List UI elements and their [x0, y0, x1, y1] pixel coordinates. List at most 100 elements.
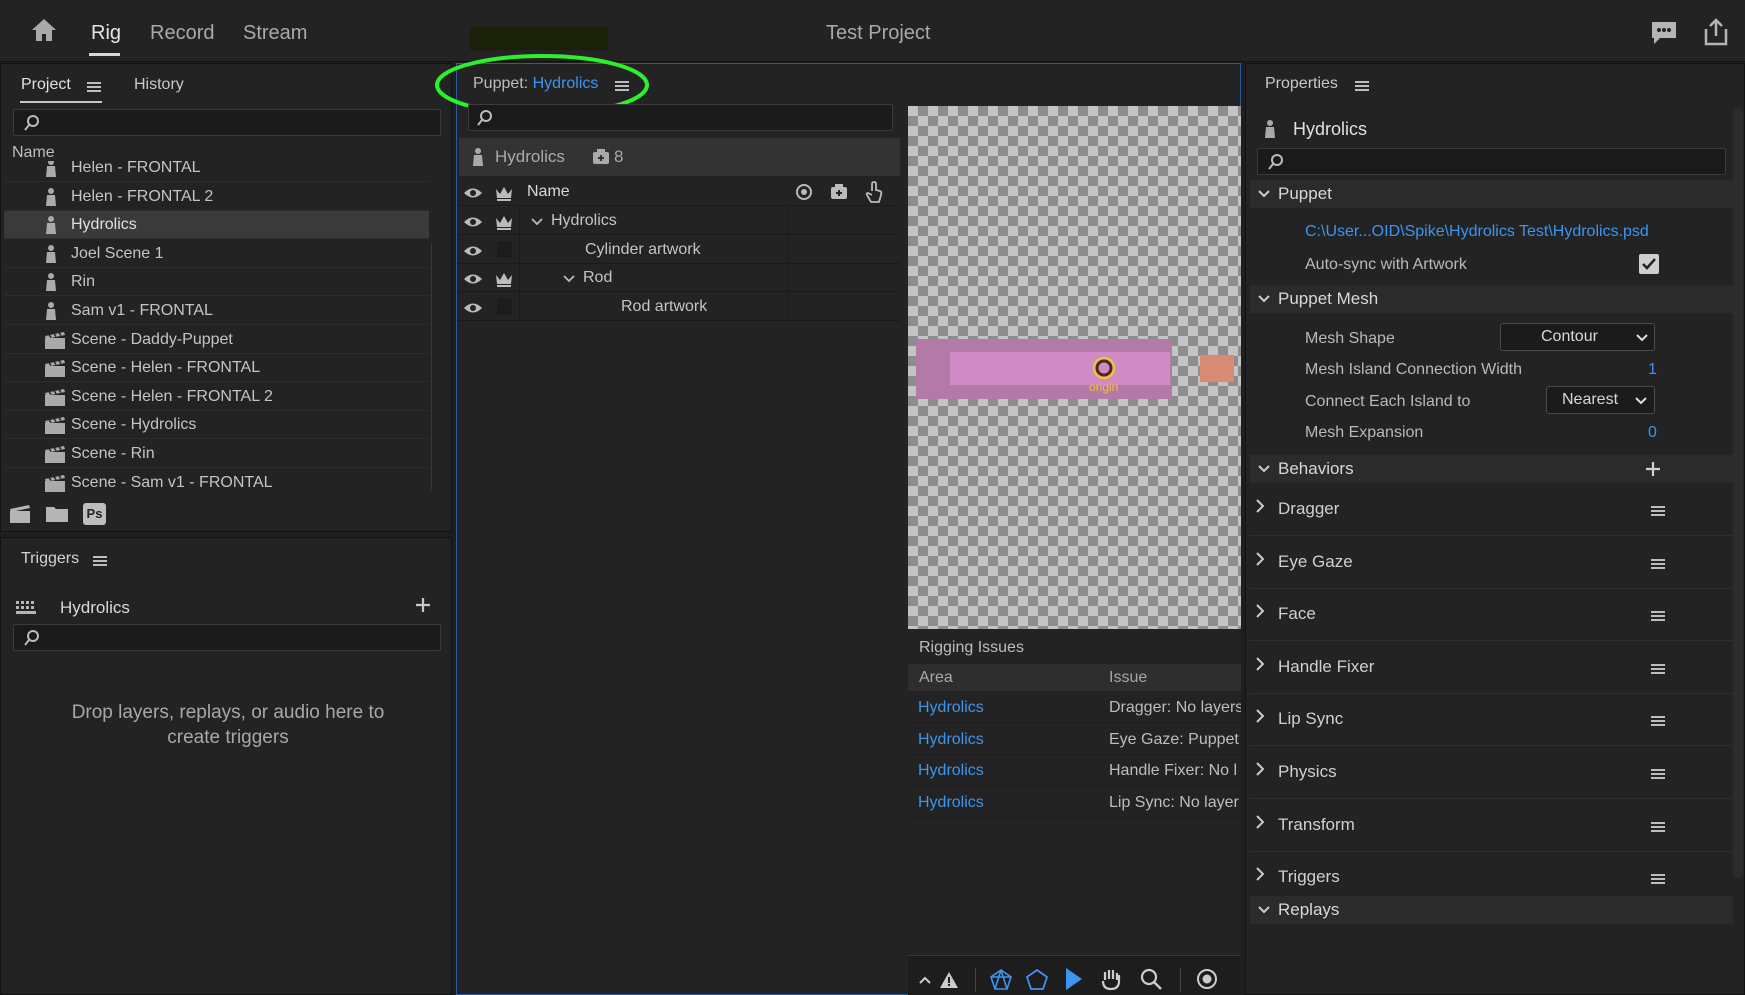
tab-history[interactable]: History — [134, 76, 184, 94]
behavior-menu-icon[interactable] — [1651, 609, 1665, 623]
project-list-item[interactable]: Helen - FRONTAL 2 — [4, 183, 429, 211]
properties-menu-icon[interactable] — [1355, 79, 1369, 93]
properties-scrollbar[interactable] — [1733, 108, 1743, 878]
origin-tool-icon[interactable] — [1195, 967, 1219, 991]
project-list-item[interactable]: Scene - Helen - FRONTAL 2 — [4, 383, 429, 411]
issue-area-link[interactable]: Hydrolics — [918, 762, 984, 780]
project-scrollbar[interactable] — [431, 240, 432, 494]
rigging-issue-row[interactable]: Hydrolics Lip Sync: No layer — [908, 787, 1241, 818]
tab-stream[interactable]: Stream — [243, 22, 307, 45]
project-list-item[interactable]: Joel Scene 1 — [4, 240, 429, 268]
crown-icon[interactable] — [495, 271, 513, 287]
crown-empty-cell[interactable] — [497, 297, 512, 315]
project-list-item[interactable]: Scene - Hydrolics — [4, 411, 429, 440]
chevron-right-icon[interactable] — [1256, 657, 1264, 671]
section-puppet[interactable]: Puppet — [1250, 180, 1733, 208]
behavior-row[interactable]: Dragger — [1250, 484, 1733, 536]
chevron-right-icon[interactable] — [1256, 604, 1264, 618]
crown-empty-cell[interactable] — [497, 240, 512, 258]
layer-row[interactable]: Rod — [459, 264, 900, 292]
stage-canvas[interactable]: origin — [908, 106, 1241, 629]
zoom-icon[interactable] — [1139, 967, 1163, 991]
tab-project[interactable]: Project — [21, 76, 71, 94]
puppet-search-input[interactable] — [468, 104, 893, 131]
chevron-right-icon[interactable] — [1256, 709, 1264, 724]
section-replays[interactable]: Replays — [1250, 896, 1733, 924]
section-puppet-mesh[interactable]: Puppet Mesh — [1250, 285, 1733, 313]
behavior-row[interactable]: Handle Fixer — [1250, 642, 1733, 694]
island-width-value[interactable]: 1 — [1648, 361, 1657, 379]
chevron-right-icon[interactable] — [1256, 867, 1264, 881]
behavior-row[interactable]: Lip Sync — [1250, 694, 1733, 747]
behavior-row[interactable]: Face — [1250, 589, 1733, 642]
chevron-down-icon[interactable] — [531, 218, 543, 226]
behavior-menu-icon[interactable] — [1651, 767, 1665, 781]
behavior-menu-icon[interactable] — [1651, 557, 1665, 571]
triggers-menu-icon[interactable] — [93, 554, 107, 568]
project-list-item[interactable]: Scene - Helen - FRONTAL — [4, 354, 429, 383]
chevron-right-icon[interactable] — [1256, 499, 1264, 513]
issue-area-link[interactable]: Hydrolics — [918, 699, 984, 717]
new-scene-icon[interactable] — [9, 504, 31, 524]
touch-hand-icon[interactable] — [865, 181, 883, 203]
section-behaviors[interactable]: Behaviors — [1250, 455, 1733, 483]
share-icon[interactable] — [1703, 18, 1729, 46]
chevron-right-icon[interactable] — [1256, 814, 1264, 829]
eye-icon[interactable] — [463, 215, 483, 229]
layer-row[interactable]: Rod artwork — [459, 292, 900, 321]
project-list-item[interactable]: Scene - Rin — [4, 440, 429, 468]
issue-area-link[interactable]: Hydrolics — [918, 794, 984, 812]
target-icon[interactable] — [795, 183, 813, 201]
triggers-search-input[interactable] — [13, 624, 441, 651]
behavior-row[interactable]: Physics — [1250, 747, 1733, 799]
home-icon[interactable] — [30, 17, 58, 43]
behavior-row[interactable]: Eye Gaze — [1250, 537, 1733, 589]
photoshop-import-button[interactable]: Ps — [83, 503, 106, 525]
eye-icon[interactable] — [463, 244, 483, 258]
connect-island-dropdown[interactable]: Nearest — [1546, 386, 1655, 414]
auto-sync-checkbox[interactable] — [1639, 254, 1659, 274]
project-list-item[interactable]: Scene - Sam v1 - FRONTAL — [4, 469, 429, 497]
shape-tool-icon[interactable] — [1026, 969, 1048, 991]
rigging-issue-row[interactable]: Hydrolics Dragger: No layers — [908, 692, 1241, 723]
add-behavior-button[interactable] — [1645, 461, 1661, 477]
chat-icon[interactable] — [1650, 20, 1678, 46]
tag-handle-icon[interactable] — [830, 184, 848, 200]
eye-icon[interactable] — [463, 186, 483, 200]
rigging-issue-row[interactable]: Hydrolics Eye Gaze: Puppet — [908, 724, 1241, 755]
behavior-menu-icon[interactable] — [1651, 662, 1665, 676]
select-arrow-icon[interactable] — [1064, 967, 1084, 991]
project-search-input[interactable] — [13, 109, 441, 136]
mesh-shape-dropdown[interactable]: Contour — [1500, 323, 1655, 351]
mesh-expansion-value[interactable]: 0 — [1648, 424, 1657, 442]
crown-icon[interactable] — [495, 185, 513, 201]
issue-area-link[interactable]: Hydrolics — [918, 731, 984, 749]
crown-icon[interactable] — [495, 214, 513, 230]
project-list-item[interactable]: Scene - Daddy-Puppet — [4, 326, 429, 354]
chevron-right-icon[interactable] — [1256, 762, 1264, 776]
hand-tool-icon[interactable] — [1099, 967, 1123, 991]
behavior-menu-icon[interactable] — [1651, 714, 1665, 728]
eye-icon[interactable] — [463, 272, 483, 286]
project-list-item[interactable]: Hydrolics — [4, 211, 429, 240]
behavior-row[interactable]: Transform — [1250, 800, 1733, 852]
eye-icon[interactable] — [463, 301, 483, 315]
psd-path-link[interactable]: C:\User...OID\Spike\Hydrolics Test\Hydro… — [1305, 223, 1649, 241]
project-list-item[interactable]: Rin — [4, 268, 429, 297]
properties-search-input[interactable] — [1257, 148, 1726, 175]
layer-row[interactable]: Cylinder artwork — [459, 235, 900, 264]
chevron-down-icon[interactable] — [563, 275, 575, 283]
chevron-right-icon[interactable] — [1256, 551, 1264, 566]
warning-icon[interactable] — [939, 971, 959, 989]
folder-icon[interactable] — [45, 505, 69, 523]
behavior-menu-icon[interactable] — [1651, 820, 1665, 834]
behavior-menu-icon[interactable] — [1651, 872, 1665, 886]
tab-rig[interactable]: Rig — [91, 22, 121, 45]
mesh-tool-icon[interactable] — [990, 969, 1012, 991]
collapse-chevron-icon[interactable] — [919, 976, 931, 984]
behavior-menu-icon[interactable] — [1651, 504, 1665, 518]
rigging-issue-row[interactable]: Hydrolics Handle Fixer: No l — [908, 755, 1241, 786]
project-menu-icon[interactable] — [87, 80, 101, 94]
add-trigger-button[interactable] — [415, 597, 431, 613]
project-list-item[interactable]: Sam v1 - FRONTAL — [4, 297, 429, 325]
